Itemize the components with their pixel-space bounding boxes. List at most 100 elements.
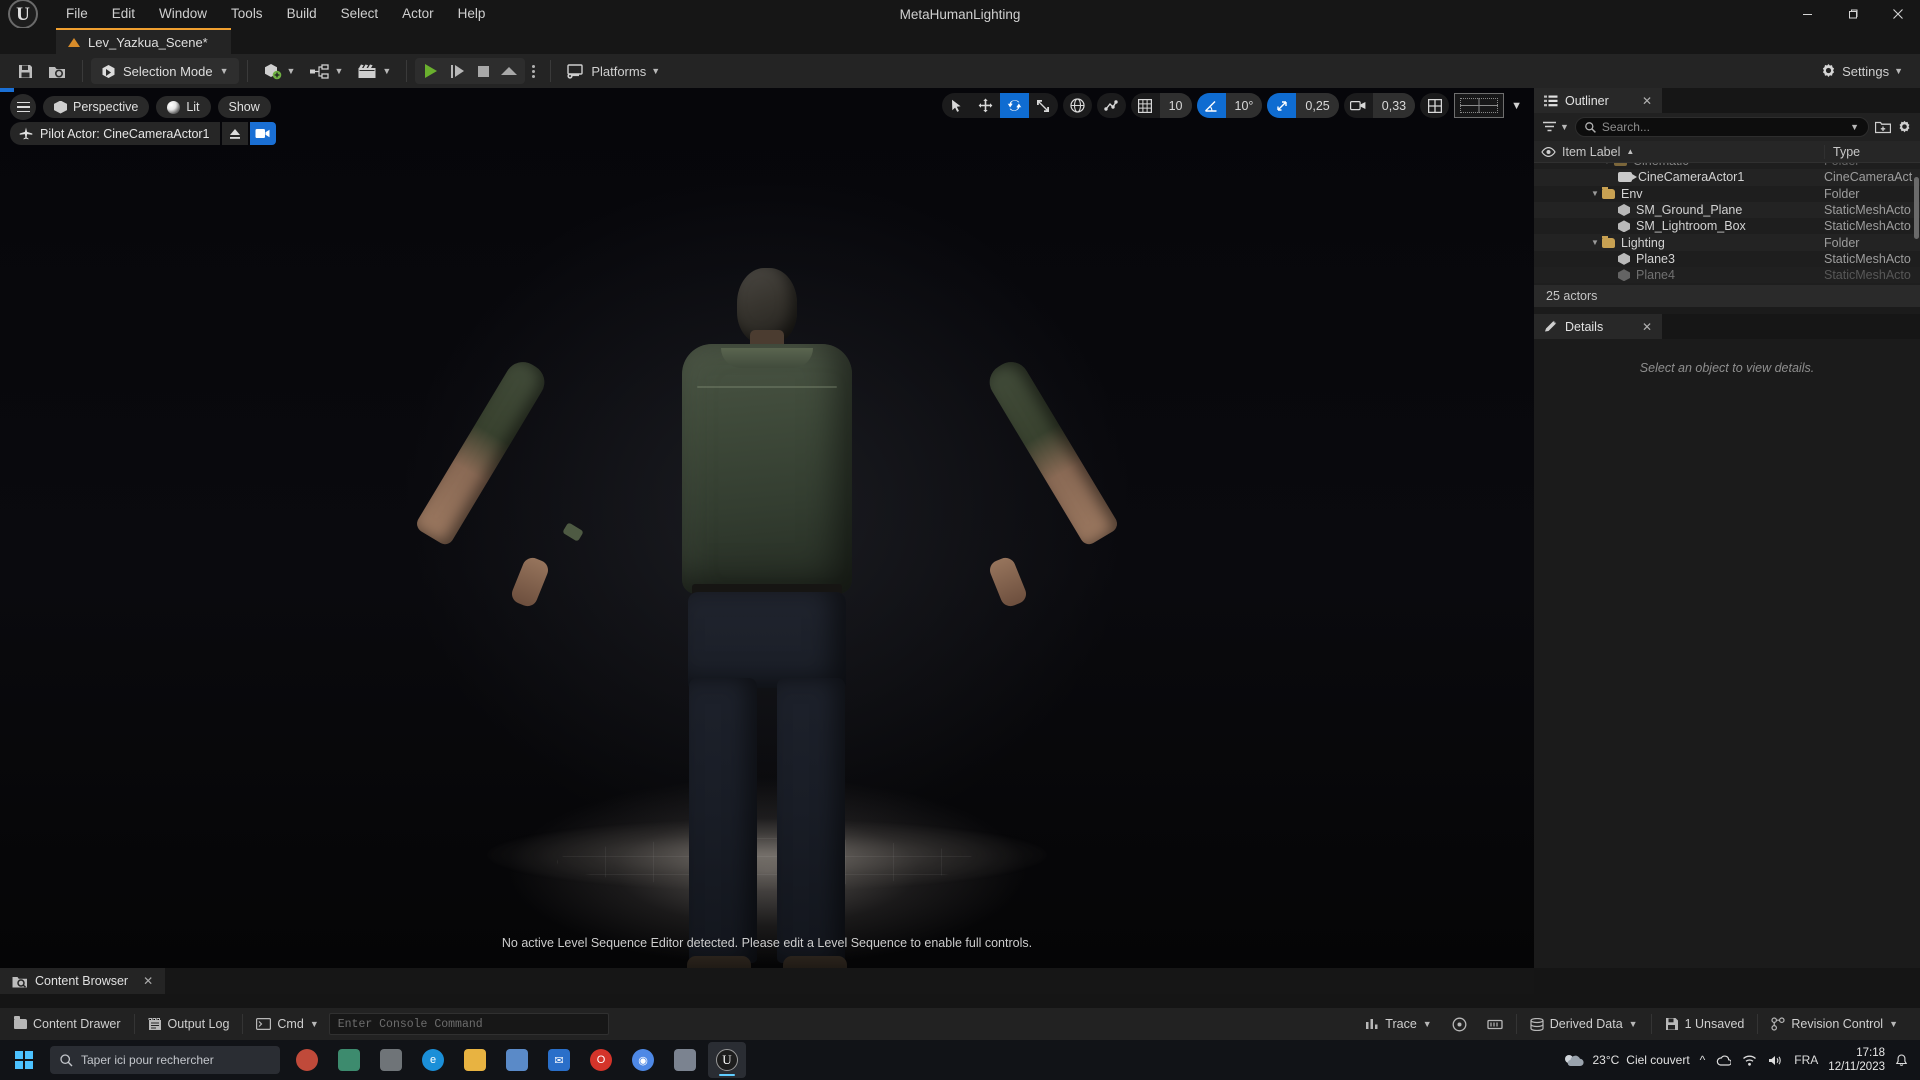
menu-build[interactable]: Build: [275, 0, 329, 28]
taskbar-app-file-explorer[interactable]: [456, 1042, 494, 1078]
surface-snap-button[interactable]: [1096, 93, 1126, 118]
menu-window[interactable]: Window: [147, 0, 219, 28]
output-log-button[interactable]: Output Log: [138, 1012, 240, 1036]
close-icon[interactable]: ✕: [1642, 94, 1652, 108]
layout-chevron-icon[interactable]: ▼: [1511, 100, 1522, 112]
weather-widget[interactable]: 23°C Ciel couvert: [1563, 1053, 1690, 1068]
selection-mode-dropdown[interactable]: Selection Mode ▼: [91, 58, 239, 84]
angle-snap-toggle[interactable]: [1196, 93, 1226, 118]
close-icon[interactable]: ✕: [143, 974, 153, 988]
taskbar-app-chrome[interactable]: ◉: [624, 1042, 662, 1078]
show-flags-dropdown[interactable]: Show: [217, 96, 271, 118]
camera-settings-button[interactable]: [249, 122, 276, 145]
settings-button[interactable]: Settings ▼: [1813, 58, 1910, 84]
trace-button[interactable]: Trace ▼: [1355, 1012, 1441, 1036]
menu-select[interactable]: Select: [329, 0, 391, 28]
browse-button[interactable]: [41, 58, 74, 84]
play-button[interactable]: [418, 59, 444, 83]
viewport-layout-preview[interactable]: [1454, 93, 1505, 118]
viewport-layout-button[interactable]: [1420, 93, 1450, 118]
taskbar-app-store[interactable]: [330, 1042, 368, 1078]
taskbar-search-input[interactable]: Taper ici pour rechercher: [50, 1046, 280, 1074]
add-actor-button[interactable]: ▼: [256, 58, 303, 84]
world-coords-button[interactable]: [1063, 93, 1092, 118]
network-icon[interactable]: [1742, 1054, 1757, 1067]
stop-piloting-button[interactable]: [221, 122, 248, 145]
table-row[interactable]: ▼ Lighting Folder: [1534, 234, 1920, 251]
taskbar-app-unreal-engine[interactable]: U: [708, 1042, 746, 1078]
close-button[interactable]: [1875, 0, 1920, 28]
stop-button[interactable]: [470, 59, 496, 83]
menu-actor[interactable]: Actor: [390, 0, 446, 28]
derived-data-button[interactable]: Derived Data ▼: [1520, 1012, 1648, 1036]
taskbar-app-microsoft-store[interactable]: [498, 1042, 536, 1078]
unreal-logo[interactable]: U: [0, 0, 46, 29]
angle-snap-value[interactable]: 10°: [1225, 93, 1263, 118]
scale-tool-button[interactable]: [1029, 93, 1058, 118]
blueprints-button[interactable]: ▼: [302, 58, 350, 84]
start-button[interactable]: [0, 1040, 48, 1080]
cinematics-button[interactable]: ▼: [350, 58, 398, 84]
taskbar-app-opera[interactable]: O: [582, 1042, 620, 1078]
table-row[interactable]: ▼ Env Folder: [1534, 186, 1920, 202]
camera-speed-value[interactable]: 0,33: [1372, 93, 1416, 118]
table-row[interactable]: Plane4 StaticMeshActo: [1534, 267, 1920, 284]
table-row[interactable]: SM_Lightroom_Box StaticMeshActo: [1534, 218, 1920, 234]
outliner-search[interactable]: Search... ▼: [1574, 117, 1869, 137]
outliner-tree[interactable]: ▼ Cinematic Folder CineCameraActor1 Cine…: [1534, 163, 1920, 285]
camera-type-dropdown[interactable]: Perspective: [43, 96, 150, 118]
expander-icon[interactable]: ▼: [1588, 238, 1602, 247]
taskbar-app-edge[interactable]: e: [414, 1042, 452, 1078]
outliner-scrollbar[interactable]: [1914, 177, 1919, 239]
taskbar-app-taskview[interactable]: [372, 1042, 410, 1078]
tab-content-browser[interactable]: Content Browser ✕: [0, 968, 166, 994]
performance-button[interactable]: [1442, 1012, 1477, 1036]
close-icon[interactable]: ✕: [1642, 320, 1652, 334]
table-row[interactable]: ▼ Cinematic Folder: [1534, 163, 1920, 169]
scale-snap-toggle[interactable]: [1267, 93, 1297, 118]
notification-icon[interactable]: [1895, 1053, 1908, 1067]
menu-edit[interactable]: Edit: [100, 0, 147, 28]
level-tab[interactable]: Lev_Yazkua_Scene*: [56, 28, 231, 54]
console-command-input[interactable]: Enter Console Command: [328, 1013, 609, 1035]
onedrive-icon[interactable]: [1716, 1054, 1732, 1067]
layout-grid-icon[interactable]: [1420, 93, 1449, 118]
visibility-column-icon[interactable]: [1534, 146, 1562, 157]
expander-icon[interactable]: ▼: [1600, 163, 1614, 166]
revision-control-button[interactable]: Revision Control ▼: [1761, 1012, 1908, 1036]
tab-outliner[interactable]: Outliner ✕: [1534, 88, 1662, 113]
volume-icon[interactable]: [1768, 1054, 1783, 1067]
type-column[interactable]: Type: [1824, 144, 1920, 159]
skip-button[interactable]: [444, 59, 470, 83]
minimize-button[interactable]: [1785, 0, 1830, 28]
unsaved-button[interactable]: 1 Unsaved: [1655, 1012, 1755, 1036]
eject-button[interactable]: [496, 59, 522, 83]
pilot-actor-chip[interactable]: Pilot Actor: CineCameraActor1: [10, 122, 220, 145]
rotate-tool-button[interactable]: [999, 93, 1029, 118]
memory-button[interactable]: [1477, 1012, 1513, 1036]
grid-snap-toggle[interactable]: [1131, 93, 1160, 118]
clock[interactable]: 17:18 12/11/2023: [1828, 1046, 1885, 1074]
viewport-options-menu[interactable]: [10, 94, 36, 120]
expander-icon[interactable]: ▼: [1588, 189, 1602, 198]
coordinate-system-button[interactable]: [1062, 93, 1092, 118]
save-button[interactable]: [10, 58, 41, 84]
chevron-down-icon[interactable]: ▼: [1850, 122, 1859, 132]
scale-snap-value[interactable]: 0,25: [1296, 93, 1339, 118]
item-label-column[interactable]: Item Label ▲: [1562, 145, 1824, 159]
outliner-settings-button[interactable]: [1897, 120, 1912, 135]
menu-help[interactable]: Help: [446, 0, 498, 28]
content-drawer-button[interactable]: Content Drawer: [4, 1012, 131, 1036]
menu-file[interactable]: File: [54, 0, 100, 28]
tray-chevron-icon[interactable]: ^: [1700, 1053, 1706, 1067]
camera-speed-icon[interactable]: [1344, 93, 1373, 118]
maximize-button[interactable]: [1830, 0, 1875, 28]
table-row[interactable]: Plane3 StaticMeshActo: [1534, 251, 1920, 267]
translate-tool-button[interactable]: [971, 93, 1000, 118]
play-options-button[interactable]: [525, 58, 542, 84]
taskbar-app-outlook[interactable]: ✉: [540, 1042, 578, 1078]
level-viewport[interactable]: Perspective Lit Show Pilot Actor: CineCa…: [0, 88, 1534, 968]
view-mode-dropdown[interactable]: Lit: [156, 96, 211, 118]
table-row[interactable]: SM_Ground_Plane StaticMeshActo: [1534, 201, 1920, 219]
taskbar-app-explorer2[interactable]: [666, 1042, 704, 1078]
